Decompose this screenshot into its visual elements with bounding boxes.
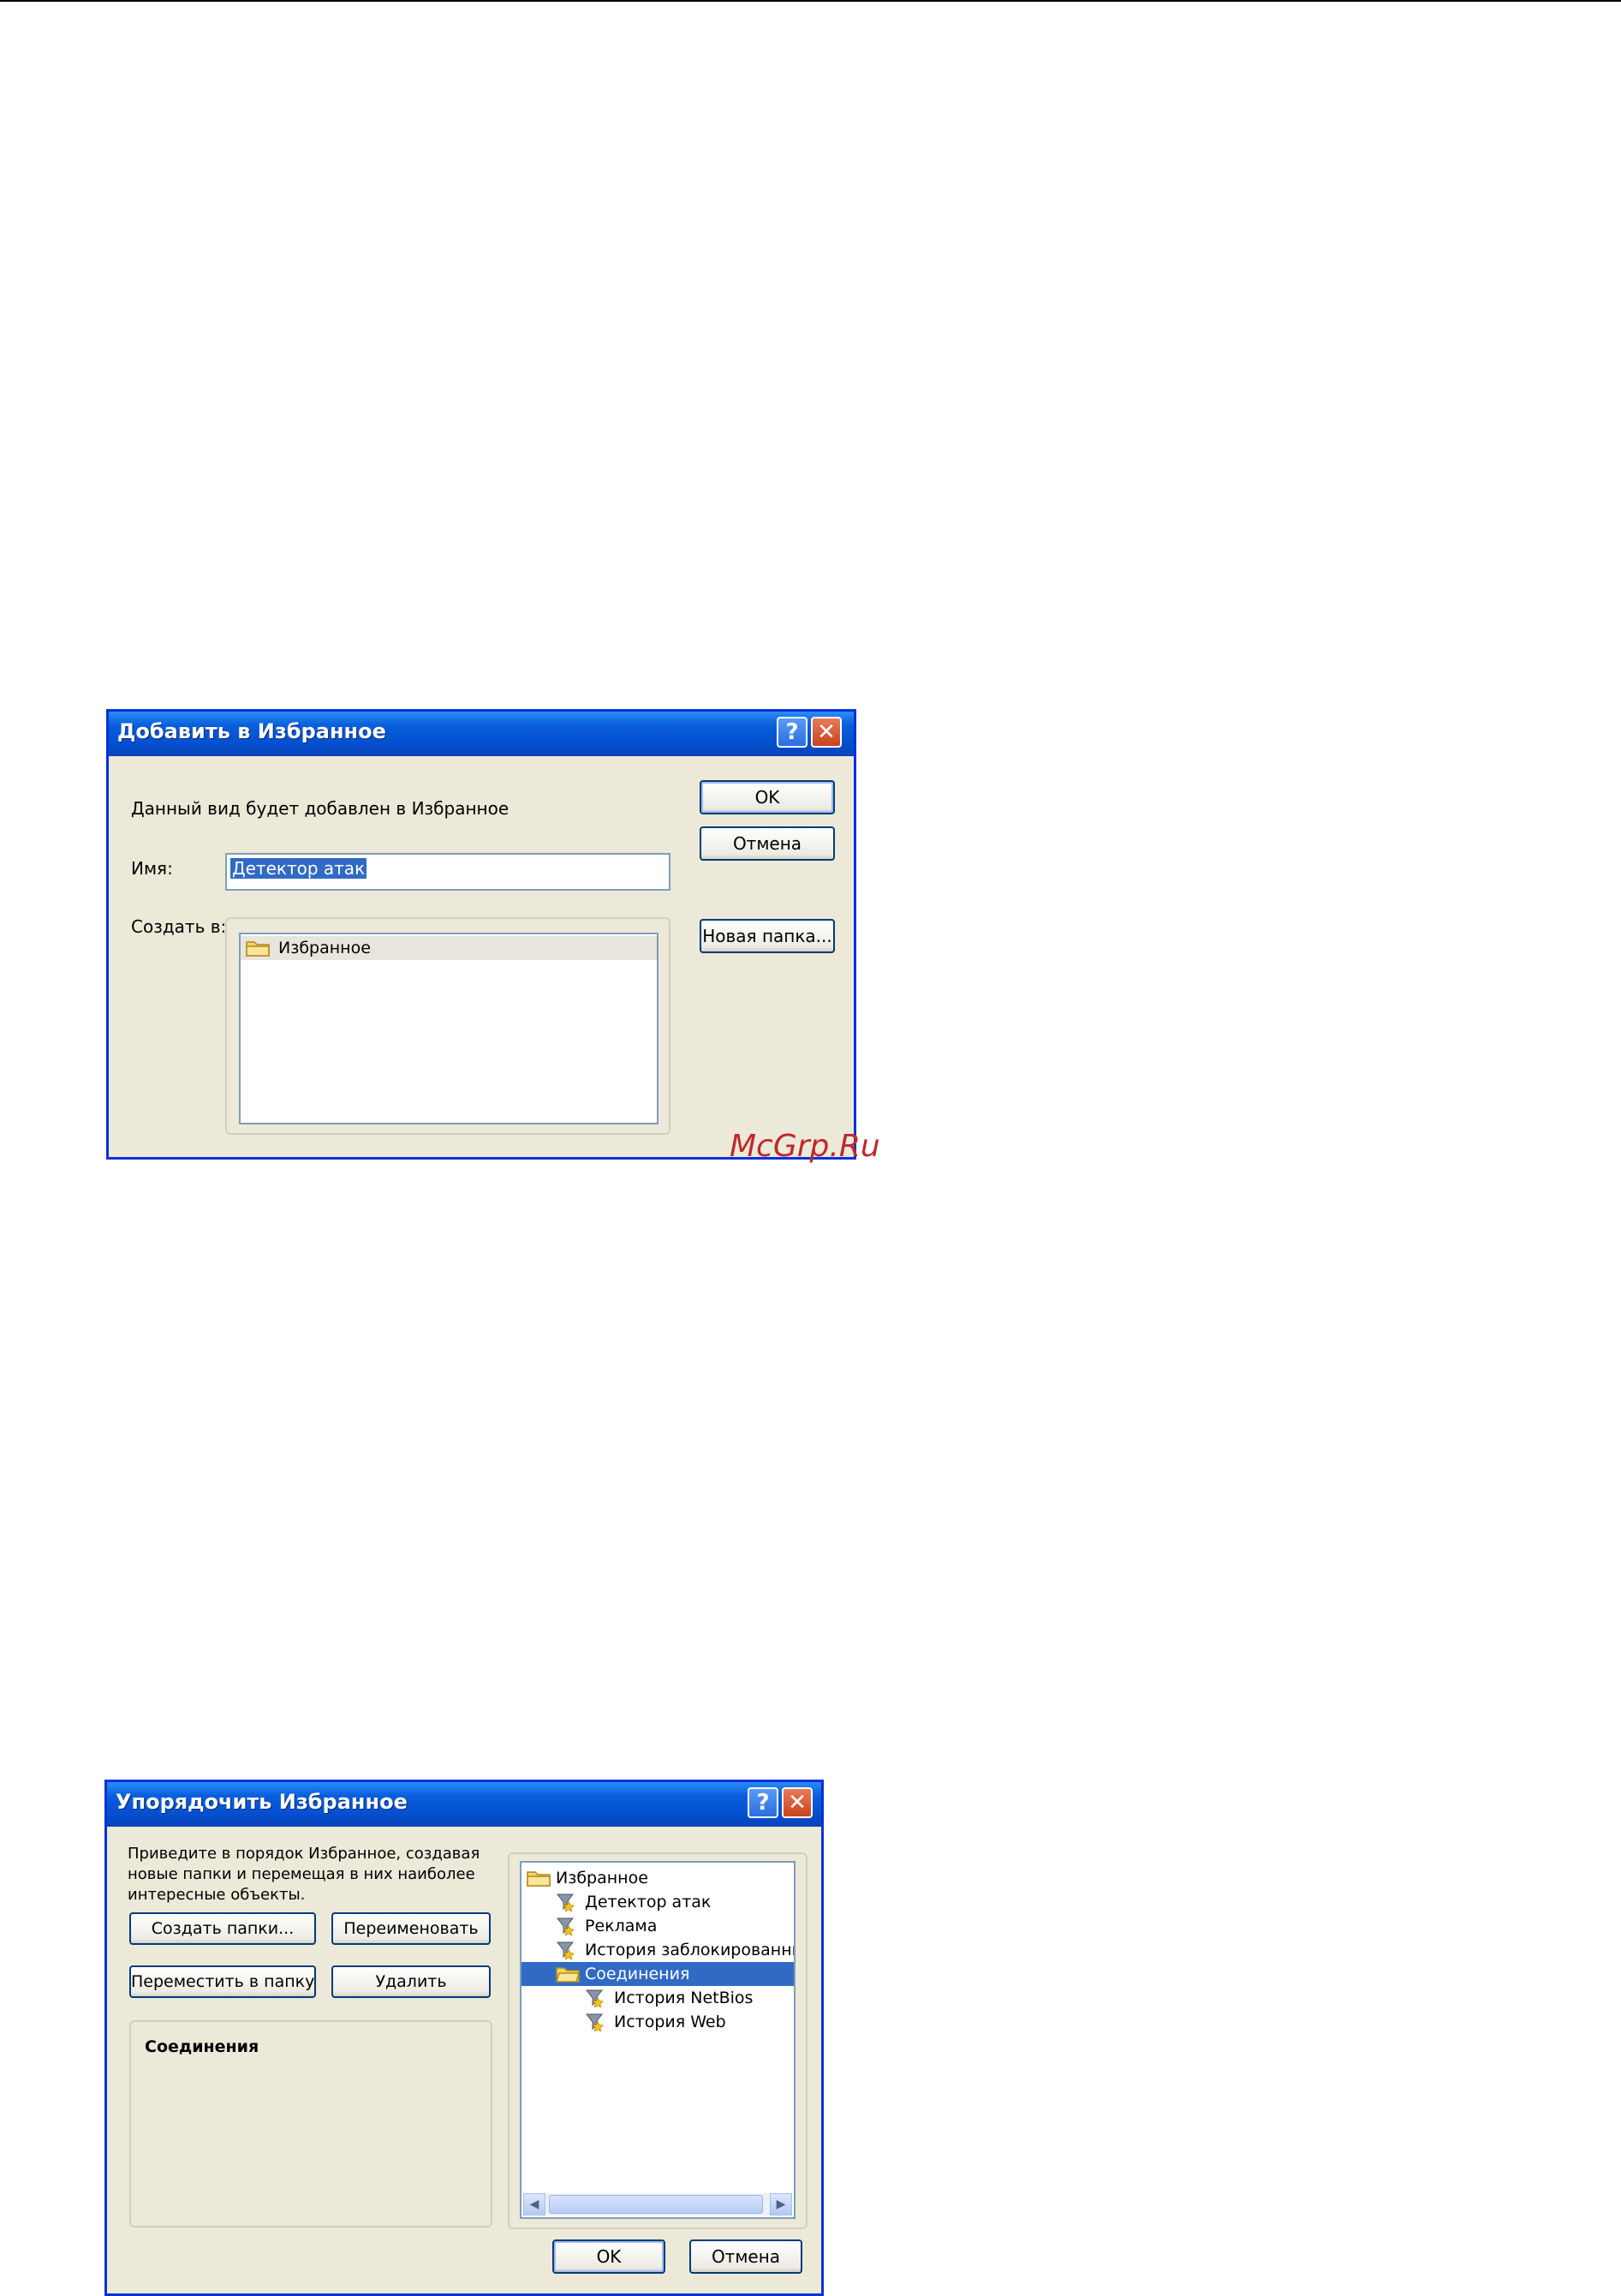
name-label: Имя: [131, 858, 173, 879]
rename-button[interactable]: Переименовать [331, 1912, 491, 1945]
page-top-rule [0, 0, 1621, 2]
cancel-button[interactable]: Отмена [700, 826, 835, 861]
tree-root[interactable]: Избранное [521, 1866, 794, 1890]
horizontal-scrollbar[interactable]: ◀ ▶ [523, 2193, 792, 2215]
tree-item-attack-detector[interactable]: Детектор атак [521, 1890, 794, 1914]
create-folder-button[interactable]: Создать папки... [129, 1912, 316, 1945]
favorite-view-icon [585, 1989, 604, 2007]
folder-icon [527, 1871, 551, 1887]
dialog-title: Упорядочить Избранное [116, 1790, 408, 1814]
folder-icon [246, 941, 270, 957]
dialog-title: Добавить в Избранное [117, 719, 386, 743]
tree-item-favorites[interactable]: Избранное [241, 936, 657, 960]
title-bar[interactable]: Добавить в Избранное ? ✕ [109, 712, 854, 756]
favorite-view-icon [585, 2013, 604, 2031]
name-input-value: Детектор атак [230, 858, 367, 879]
ok-button[interactable]: OK [700, 780, 835, 814]
scroll-left-button[interactable]: ◀ [523, 2193, 545, 2215]
title-bar[interactable]: Упорядочить Избранное ? ✕ [107, 1782, 821, 1827]
help-icon[interactable]: ? [777, 717, 808, 748]
tree-item-blocked-history[interactable]: История заблокированных [521, 1938, 794, 1962]
watermark: McGrp.Ru [730, 1129, 880, 1164]
close-icon[interactable]: ✕ [782, 1787, 813, 1818]
tree-item-web-history[interactable]: История Web [521, 2010, 794, 2034]
move-to-folder-button[interactable]: Переместить в папку... [129, 1965, 316, 1998]
folder-tree[interactable]: Избранное [239, 933, 659, 1124]
folder-open-icon [556, 1967, 580, 1983]
create-in-label: Создать в: [131, 916, 227, 937]
help-icon[interactable]: ? [748, 1787, 778, 1818]
ok-button[interactable]: OK [552, 2239, 665, 2274]
cancel-button[interactable]: Отмена [689, 2239, 802, 2274]
new-folder-button[interactable]: Новая папка... [700, 919, 835, 953]
scroll-thumb[interactable] [549, 2195, 763, 2214]
organize-favorites-dialog: Упорядочить Избранное ? ✕ Приведите в по… [104, 1780, 824, 2296]
add-to-favorites-dialog: Добавить в Избранное ? ✕ Данный вид буде… [106, 709, 856, 1160]
info-message: Данный вид будет добавлен в Избранное [131, 798, 510, 819]
scroll-right-button[interactable]: ▶ [770, 2193, 792, 2215]
details-panel: Соединения [129, 2020, 492, 2227]
delete-button[interactable]: Удалить [331, 1965, 491, 1998]
selected-item-name: Соединения [145, 2037, 259, 2056]
favorite-view-icon [556, 1917, 575, 1935]
name-input[interactable]: Детектор атак [225, 853, 670, 891]
tree-item-netbios-history[interactable]: История NetBios [521, 1986, 794, 2010]
close-icon[interactable]: ✕ [811, 717, 842, 748]
favorite-view-icon [556, 1941, 575, 1959]
favorites-tree[interactable]: Избранное Детектор атак Реклама История … [520, 1861, 796, 2219]
description-text: Приведите в порядок Избранное, создавая … [128, 1845, 480, 1904]
tree-item-connections[interactable]: Соединения [521, 1962, 794, 1986]
tree-item-ads[interactable]: Реклама [521, 1914, 794, 1938]
tree-item-label: Избранное [278, 939, 371, 957]
favorite-view-icon [556, 1893, 575, 1911]
